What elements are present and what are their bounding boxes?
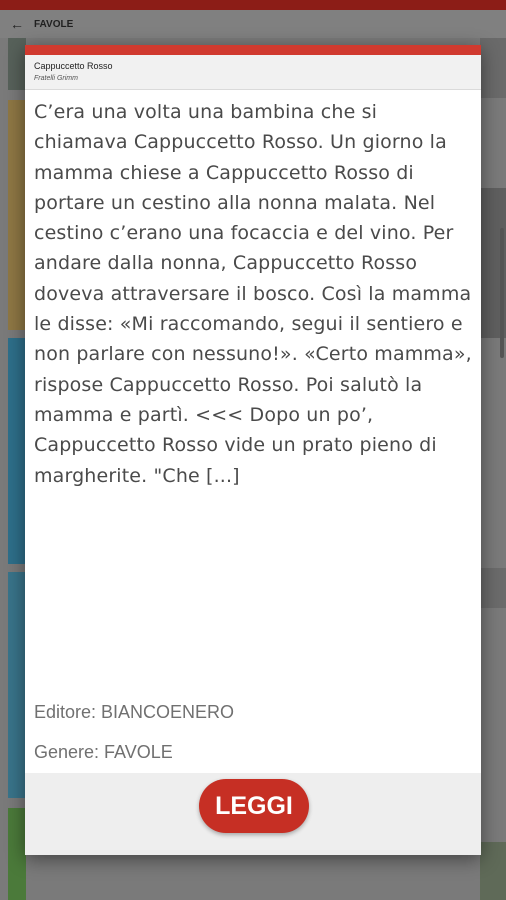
book-cover-thumbnail[interactable] [8, 100, 26, 330]
app-title: FAVOLE [34, 18, 74, 30]
book-cover-thumbnail[interactable] [8, 808, 26, 900]
book-cover-thumbnail[interactable] [8, 38, 26, 90]
book-cover-thumbnail[interactable] [8, 338, 26, 564]
dialog-header: Cappuccetto Rosso Fratelli Grimm [25, 55, 481, 90]
dialog-footer: LEGGI [25, 773, 481, 855]
book-card-edge [480, 568, 506, 608]
genre-label: Genere: FAVOLE [34, 742, 173, 762]
read-button[interactable]: LEGGI [199, 779, 309, 833]
book-excerpt: C’era una volta una bambina che si chiam… [34, 101, 472, 487]
status-bar [0, 0, 506, 10]
publisher-label: Editore: BIANCOENERO [34, 702, 235, 722]
app-bar: ← FAVOLE [0, 10, 506, 38]
dialog-accent-bar [25, 45, 481, 55]
book-title: Cappuccetto Rosso [34, 61, 113, 71]
book-preview-dialog: Cappuccetto Rosso Fratelli Grimm C’era u… [25, 45, 481, 855]
book-cover-thumbnail[interactable] [8, 572, 26, 798]
book-author: Fratelli Grimm [34, 75, 78, 82]
arrow-left-icon[interactable]: ← [0, 16, 34, 32]
book-card-edge [480, 38, 506, 98]
book-card-edge [480, 842, 506, 900]
scrollbar[interactable] [500, 228, 504, 358]
